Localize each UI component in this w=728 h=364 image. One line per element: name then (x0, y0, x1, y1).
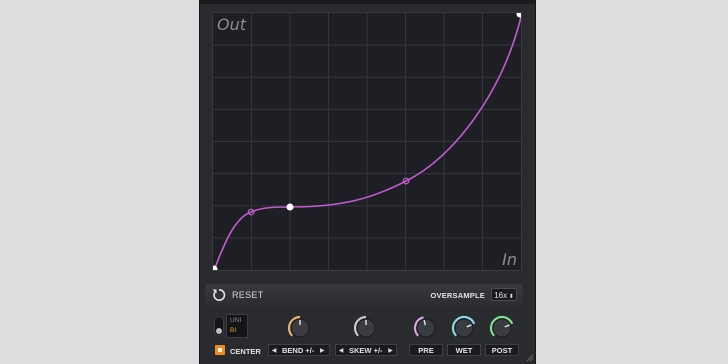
mode-option-bi[interactable]: BI (230, 326, 247, 336)
curve-point-start[interactable] (213, 265, 218, 271)
reset-icon (212, 288, 226, 301)
skew-knob[interactable] (352, 314, 380, 342)
skew-increment-arrow-icon[interactable]: ▶ (386, 347, 396, 354)
reset-button[interactable]: RESET (211, 287, 264, 303)
curve-point-mid[interactable] (286, 203, 294, 211)
bend-stepper: ◀ BEND +/- ▶ (268, 344, 330, 356)
title-strip (200, 0, 535, 4)
oversample-label: OVERSAMPLE (430, 291, 485, 300)
post-label: POST (485, 344, 519, 356)
center-checkbox[interactable] (215, 345, 225, 355)
wet-knob-body (454, 318, 474, 338)
pre-knob[interactable] (412, 314, 440, 342)
bend-knob[interactable] (286, 314, 314, 342)
curve-canvas[interactable] (213, 13, 521, 270)
output-axis-label: Out (217, 15, 247, 34)
resize-grip-icon[interactable] (526, 354, 534, 362)
oversample-value: 16x (494, 291, 508, 300)
bend-decrement-arrow-icon[interactable]: ◀ (269, 347, 279, 354)
toggle-knob (216, 328, 222, 334)
skew-stepper: ◀ SKEW +/- ▶ (335, 344, 397, 356)
oversample-select[interactable]: 16x ⬍ (491, 288, 517, 301)
grid-lines (213, 13, 521, 270)
post-knob[interactable] (488, 314, 516, 342)
wet-knob[interactable] (450, 314, 478, 342)
mode-option-uni[interactable]: UNI (230, 316, 247, 326)
center-label: CENTER (230, 347, 261, 356)
graph-toolbar: RESET OVERSAMPLE 16x ⬍ (205, 284, 523, 306)
curve-point-end[interactable] (516, 13, 522, 18)
pre-label: PRE (409, 344, 443, 356)
skew-decrement-arrow-icon[interactable]: ◀ (336, 347, 346, 354)
reset-label: RESET (232, 290, 264, 300)
mode-selector[interactable]: UNI BI (226, 314, 248, 338)
input-axis-label: In (502, 250, 517, 269)
mode-toggle[interactable] (214, 316, 224, 336)
bend-increment-arrow-icon[interactable]: ▶ (317, 347, 327, 354)
wet-label: WET (447, 344, 481, 356)
skew-label: SKEW +/- (349, 345, 383, 355)
up-down-icon: ⬍ (507, 294, 514, 300)
pre-knob-body (416, 318, 436, 338)
transfer-curve-editor[interactable]: Out In (212, 12, 522, 271)
post-knob-body (492, 318, 512, 338)
bend-label: BEND +/- (282, 345, 315, 355)
